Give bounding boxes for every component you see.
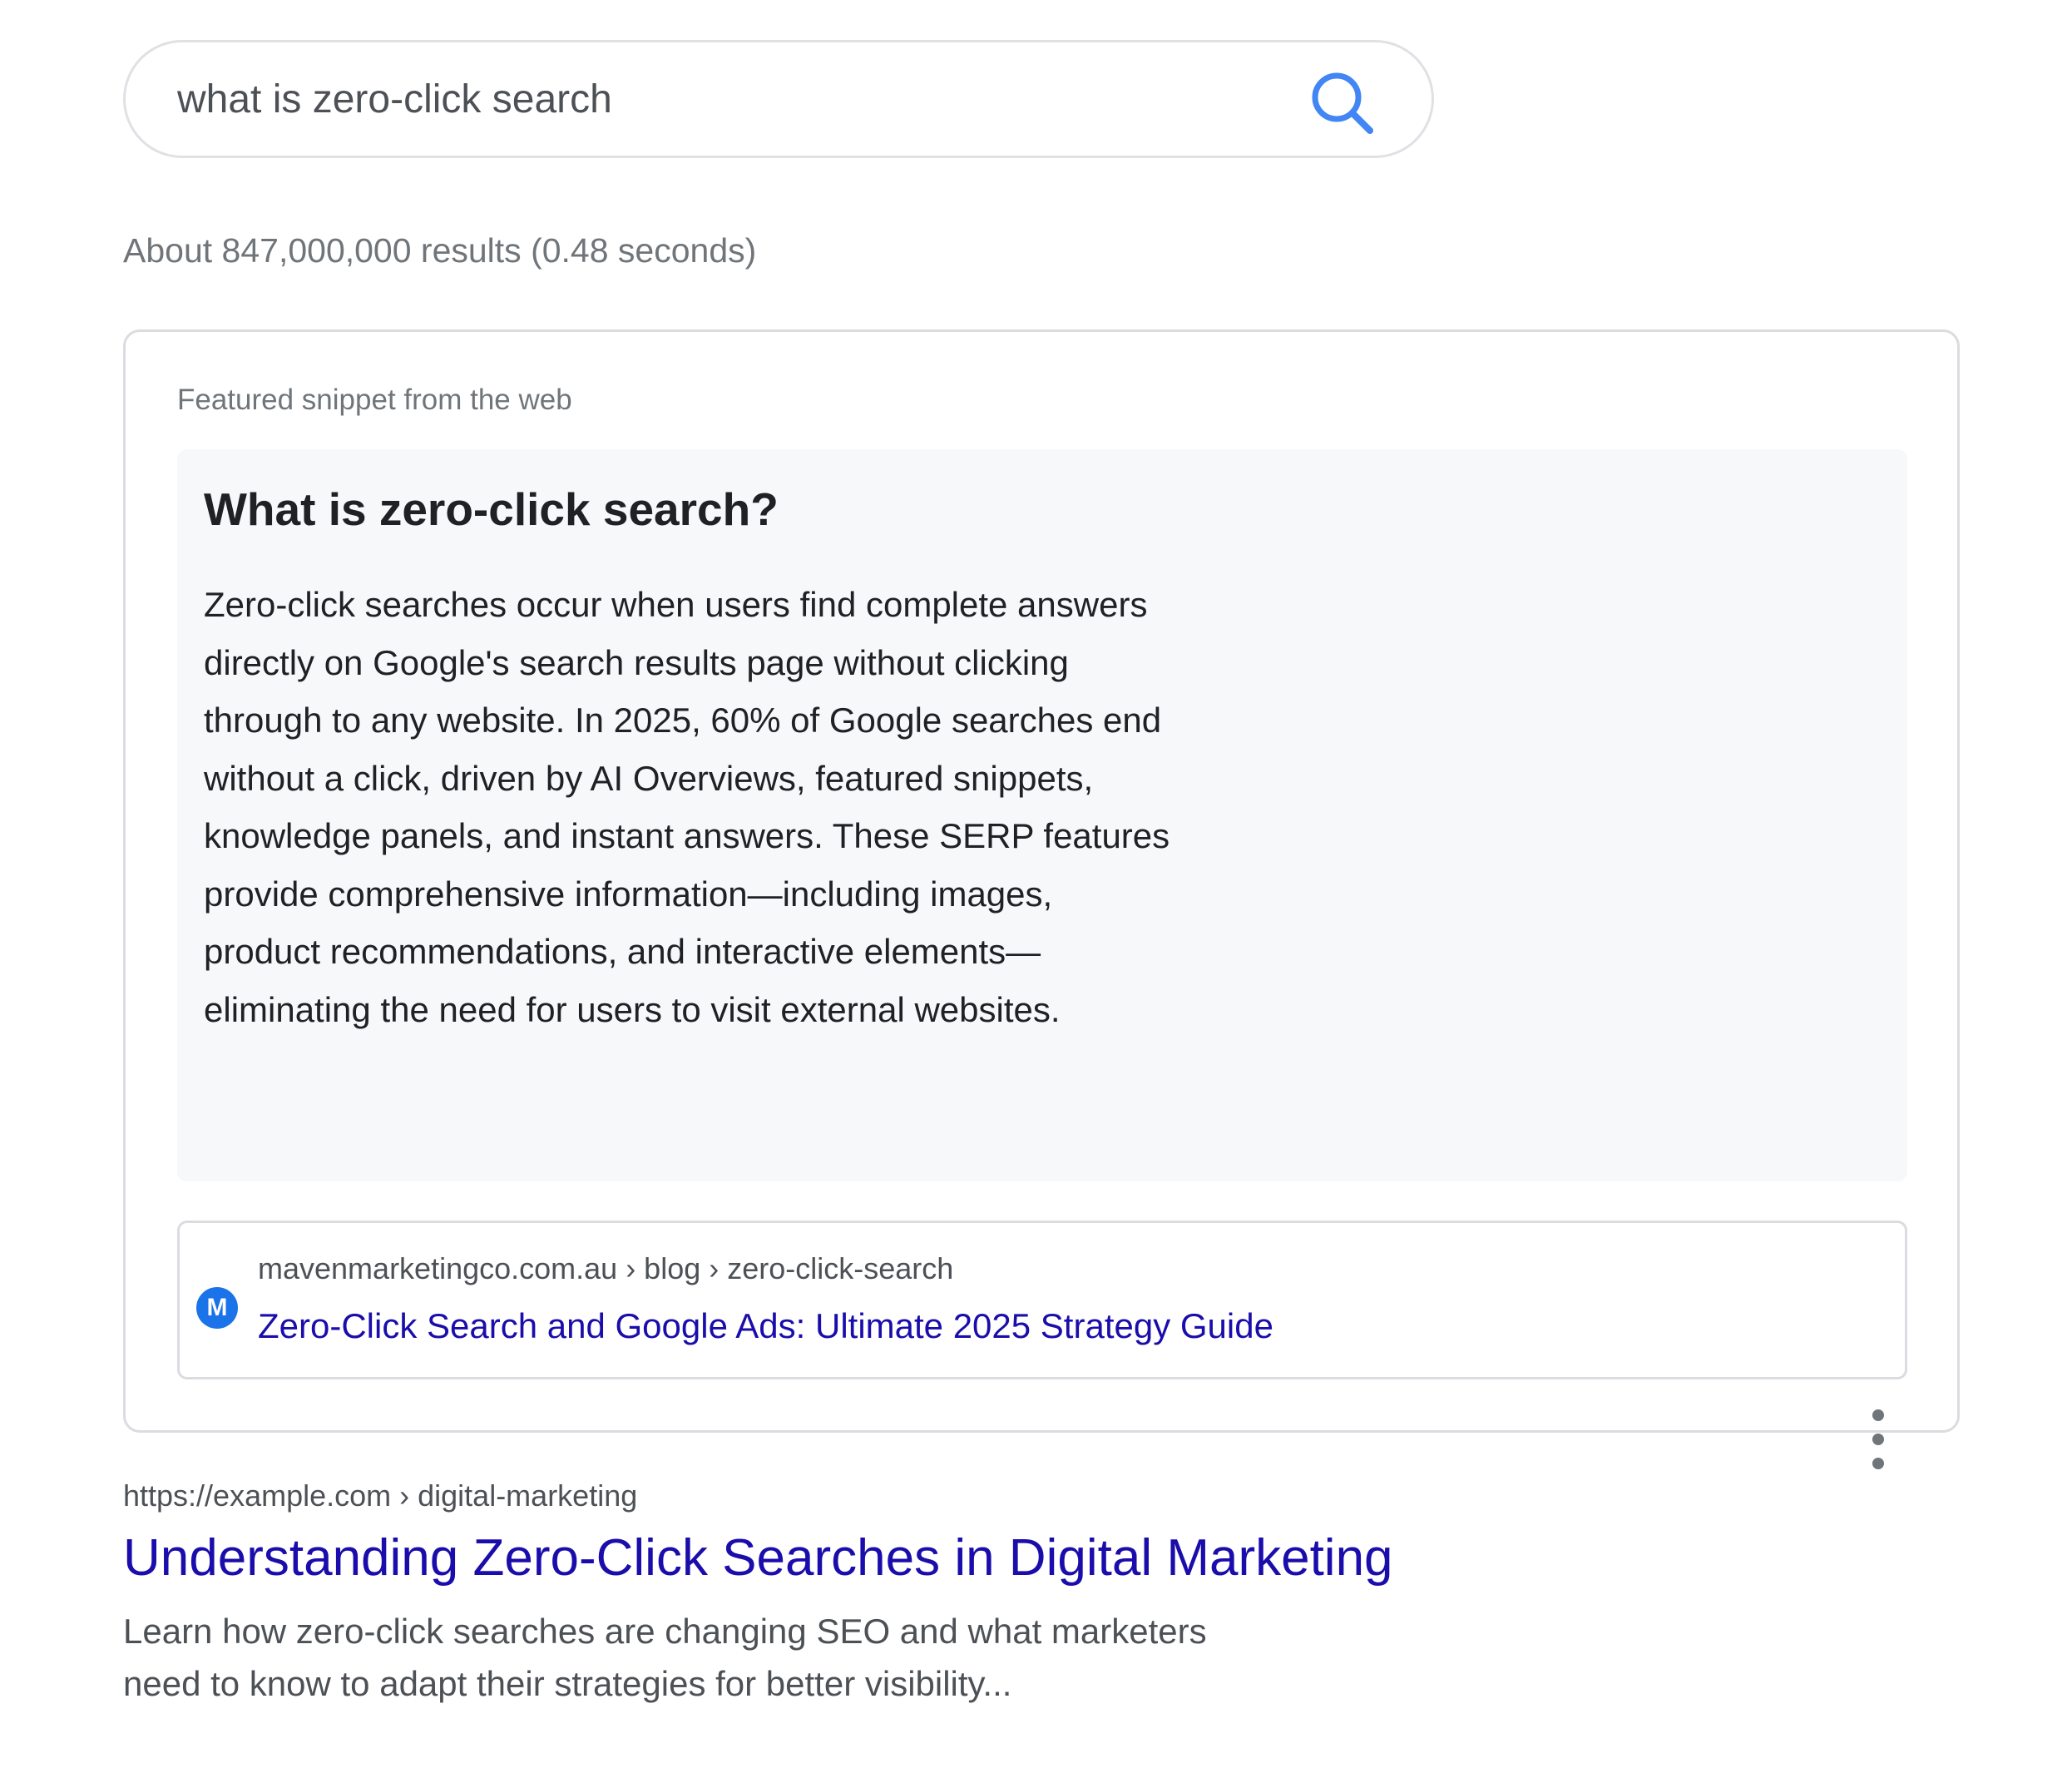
search-bar (123, 40, 1434, 158)
result-url-breadcrumb: https://example.com › digital-marketing (123, 1478, 638, 1513)
featured-snippet-card: Featured snippet from the web What is ze… (123, 329, 1960, 1433)
site-favicon-icon: M (196, 1287, 238, 1329)
more-vertical-icon[interactable] (1863, 1406, 1893, 1473)
snippet-question: What is zero-click search? (204, 483, 779, 535)
result-title-link[interactable]: Understanding Zero-Click Searches in Dig… (123, 1528, 1393, 1587)
snippet-source[interactable]: M mavenmarketingco.com.au › blog › zero-… (177, 1221, 1907, 1379)
source-title-link[interactable]: Zero-Click Search and Google Ads: Ultima… (258, 1306, 1273, 1346)
result-description: Learn how zero-click searches are changi… (123, 1612, 1207, 1703)
search-icon[interactable] (1307, 67, 1377, 137)
featured-snippet-content: What is zero-click search? Zero-click se… (177, 449, 1907, 1181)
featured-snippet-label: Featured snippet from the web (177, 384, 572, 416)
snippet-answer: Zero-click searches occur when users fin… (204, 585, 1170, 1029)
source-url-breadcrumb: mavenmarketingco.com.au › blog › zero-cl… (258, 1251, 954, 1285)
search-input[interactable] (177, 42, 1259, 156)
result-stats: About 847,000,000 results (0.48 seconds) (123, 231, 757, 270)
